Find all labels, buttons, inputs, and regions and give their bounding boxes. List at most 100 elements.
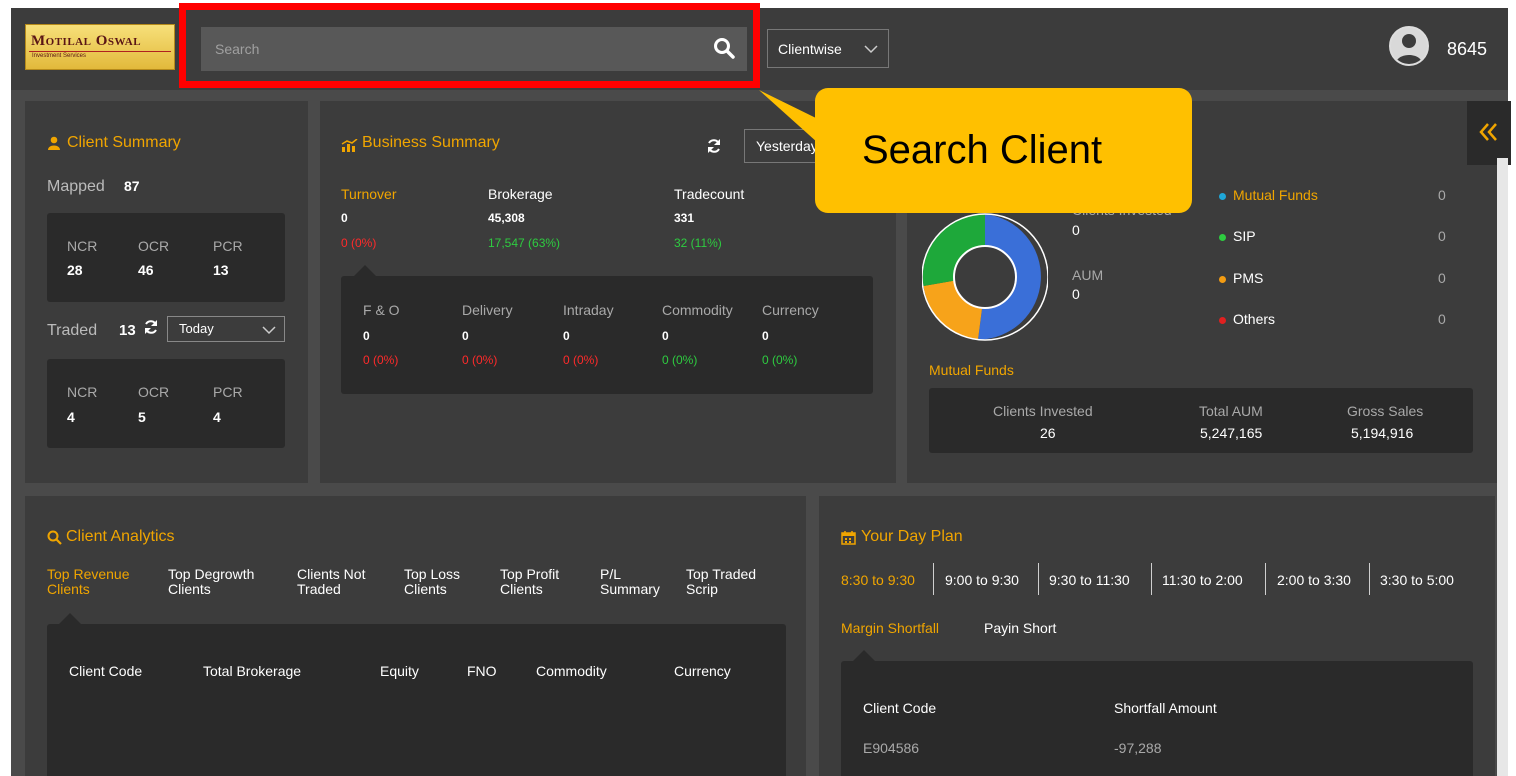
column-header[interactable]: FNO	[467, 663, 497, 679]
divider	[933, 563, 934, 595]
dashboard: Motilal Oswal Investment Services Client…	[0, 0, 1516, 776]
business-summary-title: Business Summary	[362, 134, 500, 151]
segment-label: F & O	[363, 302, 400, 318]
avatar[interactable]	[1389, 26, 1429, 66]
segment-change: 0 (0%)	[662, 353, 698, 367]
segment-change: 0 (0%)	[462, 353, 498, 367]
tab-line: P/L	[600, 566, 622, 582]
legend-item[interactable]: SIP	[1219, 228, 1256, 244]
legend-item[interactable]: Others	[1219, 311, 1275, 327]
column-header[interactable]: Currency	[674, 663, 731, 679]
stat-value: 13	[213, 262, 229, 278]
segment-value: 0	[762, 329, 769, 343]
segment-value: 0	[563, 329, 570, 343]
user-icon	[1396, 34, 1422, 64]
logo-subtext: Investment Services	[32, 53, 87, 59]
tab-top-degrowth-clients[interactable]: Top Degrowth Clients	[168, 567, 254, 597]
panel-collapse-toggle[interactable]	[1467, 101, 1511, 165]
metric-value: 331	[674, 211, 695, 225]
refresh-icon[interactable]	[706, 138, 722, 154]
metric-label[interactable]: Turnover	[341, 186, 397, 202]
time-slot[interactable]: 11:30 to 2:00	[1162, 572, 1243, 588]
column-header[interactable]: Equity	[380, 663, 419, 679]
time-slot[interactable]: 3:30 to 5:00	[1380, 572, 1454, 588]
tab-payin-short[interactable]: Payin Short	[984, 620, 1056, 636]
column-header[interactable]: Client Code	[863, 700, 936, 716]
traded-period-label: Today	[179, 321, 214, 336]
scrollbar[interactable]	[1497, 158, 1508, 776]
segment-change: 0 (0%)	[563, 353, 599, 367]
calendar-icon	[841, 531, 856, 545]
tab-margin-shortfall[interactable]: Margin Shortfall	[841, 620, 939, 636]
callout-text: Search Client	[862, 128, 1103, 172]
segment-label: Currency	[762, 302, 819, 318]
divider	[1369, 563, 1370, 595]
tab-line: Top Profit	[500, 566, 560, 582]
stat-value: 4	[213, 409, 221, 425]
time-slot[interactable]: 9:30 to 11:30	[1049, 572, 1130, 588]
legend-label: SIP	[1233, 228, 1256, 244]
logo-swoosh	[29, 51, 171, 52]
refresh-icon[interactable]	[143, 319, 159, 335]
traded-label: Traded	[47, 322, 98, 339]
tab-pl-summary[interactable]: P/L Summary	[600, 567, 660, 597]
segment-value: 0	[363, 329, 370, 343]
legend-value: 0	[1438, 228, 1446, 244]
tab-top-traded-scrip[interactable]: Top Traded Scrip	[686, 567, 756, 597]
time-slot[interactable]: 9:00 to 9:30	[945, 572, 1019, 588]
aum-value: 0	[1072, 286, 1080, 302]
logo[interactable]: Motilal Oswal Investment Services	[25, 24, 175, 70]
tab-clients-not-traded[interactable]: Clients Not Traded	[297, 567, 365, 597]
segment-value: 0	[462, 329, 469, 343]
mapped-value: 87	[124, 178, 140, 194]
column-header[interactable]: Shortfall Amount	[1114, 700, 1217, 716]
segment-value: 0	[662, 329, 669, 343]
legend-value: 0	[1438, 270, 1446, 286]
segment-change: 0 (0%)	[762, 353, 798, 367]
segment-label: Delivery	[462, 302, 513, 318]
mapped-stats-box	[47, 213, 285, 302]
user-icon	[48, 136, 60, 150]
legend-item[interactable]: Mutual Funds	[1219, 187, 1318, 203]
chart-icon	[341, 139, 358, 152]
mf-stat-value: 5,194,916	[1351, 425, 1414, 441]
tab-line: Clients Not	[297, 566, 366, 582]
column-header[interactable]: Total Brokerage	[203, 663, 301, 679]
legend-dot	[1219, 192, 1226, 200]
clientwise-select-label: Clientwise	[778, 41, 842, 57]
tab-line: Top Loss	[404, 566, 461, 582]
metric-change: 32 (11%)	[674, 236, 722, 250]
tab-pointer	[59, 613, 81, 624]
segment-change: 0 (0%)	[363, 353, 399, 367]
metric-label[interactable]: Tradecount	[674, 186, 744, 202]
user-code: 8645	[1447, 39, 1488, 59]
traded-stats-box	[47, 359, 285, 448]
tab-top-profit-clients[interactable]: Top Profit Clients	[500, 567, 559, 597]
client-code-cell[interactable]: E904586	[863, 740, 919, 756]
shortfall-amount-cell: -97,288	[1114, 740, 1162, 756]
column-header[interactable]: Commodity	[536, 663, 607, 679]
mf-stat-label: Total AUM	[1199, 403, 1263, 419]
time-slot[interactable]: 8:30 to 9:30	[841, 572, 915, 588]
stat-label: PCR	[213, 238, 243, 254]
legend-dot	[1219, 233, 1226, 241]
column-header[interactable]: Client Code	[69, 663, 142, 679]
traded-period-select[interactable]: Today	[167, 316, 285, 342]
tab-line: Top Degrowth	[168, 566, 255, 582]
legend-item[interactable]: PMS	[1219, 270, 1263, 286]
tab-line: Clients	[168, 581, 211, 597]
time-slot[interactable]: 2:00 to 3:30	[1277, 572, 1351, 588]
legend-label: PMS	[1233, 270, 1264, 286]
mf-stat-label: Clients Invested	[993, 403, 1093, 419]
clients-invested-value: 0	[1072, 222, 1080, 238]
tab-top-revenue-clients[interactable]: Top Revenue Clients	[47, 567, 130, 597]
stat-label: NCR	[67, 238, 98, 254]
divider	[1151, 563, 1152, 595]
metric-label[interactable]: Brokerage	[488, 186, 553, 202]
clientwise-select[interactable]: Clientwise	[767, 29, 889, 68]
tab-top-loss-clients[interactable]: Top Loss Clients	[404, 567, 460, 597]
stat-value: 28	[67, 262, 83, 278]
metric-change: 0 (0%)	[341, 236, 377, 250]
segment-label: Intraday	[563, 302, 614, 318]
metric-value: 45,308	[488, 211, 525, 225]
